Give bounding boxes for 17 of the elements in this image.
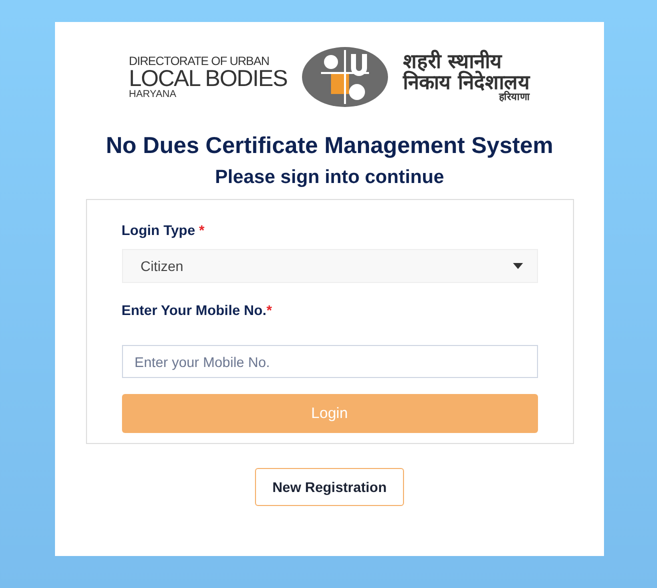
registration-button[interactable]: New Registration [255,468,404,506]
caret-icon [512,263,522,269]
field-label: Login Type [122,222,196,238]
logo-text: LOCAL BODIES [128,66,288,90]
logo-text: HARYANA [128,90,178,100]
required-mark: * [266,302,272,318]
login-type-dropdown[interactable]: Citizen [122,249,538,283]
mobile-input[interactable]: Enter your Mobile No. [122,345,538,378]
page-subtitle: Please sign into continue [214,167,444,189]
page-title: No Dues Certificate Management System [106,132,554,159]
dropdown-value: Citizen [140,258,184,274]
logo-text: हरियाणा [499,92,530,104]
required-mark: * [199,222,204,238]
emblem-icon [301,46,390,108]
logo-text: शहरी स्थानीय [403,50,502,72]
logo-text: DIRECTORATE OF URBAN [128,54,270,66]
field-label: Enter Your Mobile No. [122,302,266,318]
